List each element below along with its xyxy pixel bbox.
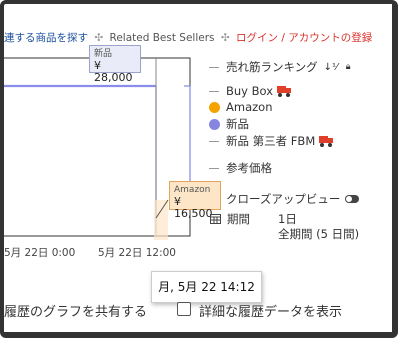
period-all-option[interactable]: 全期間 (5 日間) — [278, 226, 359, 242]
new-color-dot — [209, 118, 220, 130]
related-products-link[interactable]: 連する商品を探す — [4, 32, 88, 44]
legend-amazon-label: Amazon — [226, 100, 273, 114]
new-tooltip-price: ¥ 28,000 — [94, 59, 133, 84]
new-price-tooltip: 新品 ¥ 28,000 — [89, 45, 141, 84]
x-tick-label: 5月 22日 0:00 — [4, 247, 76, 259]
legend-new-label: 新品 — [226, 117, 249, 131]
hover-date-tooltip: 月, 5月 22 14:12 — [151, 271, 262, 303]
legend-new-3p-fbm[interactable]: 新品 第三者 FBM — [209, 133, 334, 149]
legend-sales-rank-label: 売れ筋ランキング — [226, 60, 318, 74]
amazon-highlight — [154, 200, 168, 240]
legend-buy-box-label: Buy Box — [226, 84, 274, 98]
link-separator-2: ✣ — [220, 32, 230, 44]
legend-buy-box[interactable]: Buy Box — [209, 84, 292, 98]
legend-sales-rank[interactable]: 売れ筋ランキング ↓⅟ 🔒︎ — [209, 59, 351, 75]
legend-reference-price-label: 参考価格 — [226, 161, 272, 175]
header-links: 連する商品を探す ✣ Related Best Sellers ✣ ログイン /… — [4, 30, 372, 45]
truck-icon — [319, 136, 334, 147]
sort-icon[interactable]: ↓⅟ — [324, 62, 338, 73]
period-1d-option[interactable]: 1日 — [278, 211, 297, 227]
window-frame: 連する商品を探す ✣ Related Best Sellers ✣ ログイン /… — [0, 0, 398, 338]
legend-dash — [209, 66, 219, 68]
link-separator-1: ✣ — [94, 32, 104, 44]
closeup-view-label: クローズアップビュー — [226, 192, 341, 206]
closeup-view-toggle[interactable]: クローズアップビュー — [226, 191, 360, 207]
period-label: 期間 — [227, 212, 250, 226]
legend-new[interactable]: 新品 — [209, 116, 249, 132]
login-link[interactable]: ログイン / アカウントの登録 — [236, 32, 372, 44]
legend-amazon[interactable]: Amazon — [209, 100, 272, 114]
lock-icon: 🔒︎ — [345, 62, 351, 72]
amazon-tooltip-price: ¥ 16,500 — [174, 195, 213, 220]
legend-reference-price[interactable]: 参考価格 — [209, 160, 272, 176]
toggle-switch-icon[interactable] — [345, 195, 360, 203]
amazon-price-tooltip: Amazon ¥ 16,500 — [169, 181, 221, 220]
calendar-icon — [210, 214, 221, 224]
legend-new-3p-fbm-label: 新品 第三者 FBM — [226, 134, 316, 148]
truck-icon — [277, 86, 292, 97]
share-graph-link[interactable]: 履歴のグラフを共有する — [4, 301, 147, 320]
show-details-label[interactable]: 詳細な履歴データを表示 — [199, 301, 342, 320]
amazon-color-dot — [209, 101, 220, 113]
legend-dash — [209, 140, 219, 142]
show-details-checkbox[interactable] — [177, 302, 191, 316]
legend-dash — [209, 90, 219, 92]
legend-dash — [209, 167, 219, 169]
x-tick-label: 5月 22日 12:00 — [98, 247, 176, 259]
related-best-sellers-link[interactable]: Related Best Sellers — [110, 32, 215, 44]
